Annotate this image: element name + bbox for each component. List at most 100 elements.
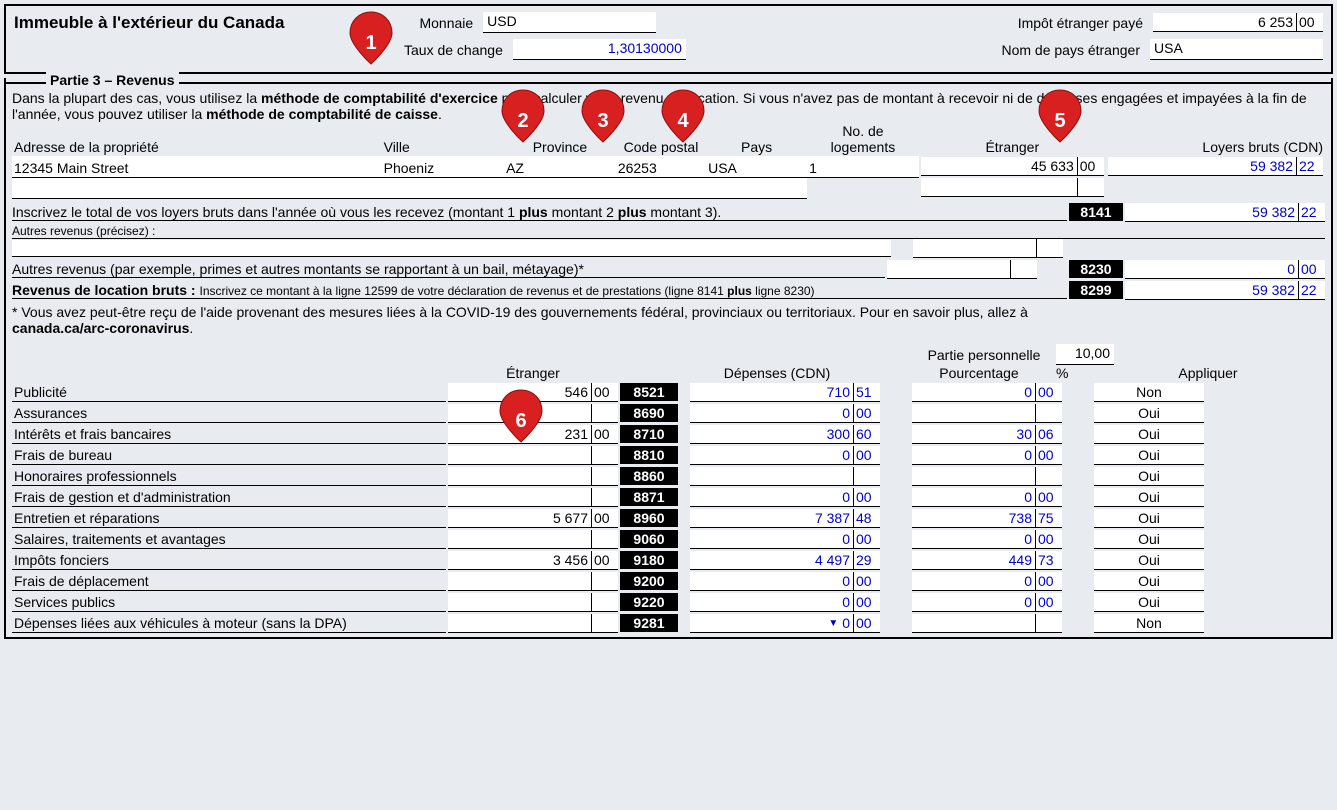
expense-apply-toggle[interactable]: Oui xyxy=(1094,593,1204,612)
expense-row: Entretien et réparations5 6770089607 387… xyxy=(12,509,1325,528)
expense-label: Publicité xyxy=(12,383,446,402)
expense-apply-toggle[interactable]: Oui xyxy=(1094,425,1204,444)
expense-apply-toggle[interactable]: Oui xyxy=(1094,446,1204,465)
hdr-address: Adresse de la propriété xyxy=(12,122,382,156)
covid-link[interactable]: canada.ca/arc-coronavirus xyxy=(12,320,189,336)
expense-personal-amount: 000 xyxy=(912,530,1062,549)
callout-5: 5 xyxy=(1037,88,1083,144)
expense-code: 8871 xyxy=(620,488,678,506)
currency-label: Monnaie xyxy=(419,15,473,31)
expense-foreign-amount[interactable] xyxy=(448,572,618,591)
expense-foreign-amount[interactable]: 3 45600 xyxy=(448,551,618,570)
expense-label: Frais de gestion et d'administration xyxy=(12,488,446,507)
expense-rows-container: Publicité54600852171051000NonAssurances … xyxy=(12,383,1325,633)
expense-label: Frais de bureau xyxy=(12,446,446,465)
expense-apply-toggle[interactable]: Oui xyxy=(1094,572,1204,591)
expense-cdn-amount: 71051 xyxy=(690,383,880,402)
prop-province[interactable]: AZ xyxy=(504,156,616,177)
expense-apply-toggle[interactable]: Oui xyxy=(1094,509,1204,528)
foreign-tax-label: Impôt étranger payé xyxy=(1018,15,1143,31)
total-rents-amount: 59 382 22 xyxy=(1125,203,1325,222)
expense-row: Salaires, traitements et avantages 90600… xyxy=(12,530,1325,549)
expense-label: Entretien et réparations xyxy=(12,509,446,528)
prop-city[interactable]: Phoeniz xyxy=(382,156,504,177)
expense-row: Honoraires professionnels 8860 Oui xyxy=(12,467,1325,486)
foreign-country-input[interactable]: USA xyxy=(1150,39,1323,60)
callout-2: 2 xyxy=(500,88,546,144)
expense-code: 8690 xyxy=(620,404,678,422)
expense-code: 8960 xyxy=(620,509,678,527)
expense-cdn-amount: ▼ 000 xyxy=(690,614,880,633)
callout-4: 4 xyxy=(660,88,706,144)
expense-apply-toggle[interactable]: Oui xyxy=(1094,467,1204,486)
expense-cdn-amount: 000 xyxy=(690,446,880,465)
prop-foreign-amount[interactable]: 45 633 00 xyxy=(921,157,1104,176)
hdr-gross-rent: Loyers bruts (CDN) xyxy=(1106,122,1325,156)
expense-cdn-amount: 000 xyxy=(690,404,880,423)
expense-foreign-amount[interactable] xyxy=(448,593,618,612)
expense-apply-toggle[interactable]: Non xyxy=(1094,614,1204,633)
expense-row: Publicité54600852171051000Non xyxy=(12,383,1325,402)
covid-footnote: * Vous avez peut-être reçu de l'aide pro… xyxy=(12,304,1325,336)
expense-personal-amount: 3006 xyxy=(912,425,1062,444)
expense-apply-toggle[interactable]: Non xyxy=(1094,383,1204,402)
prop-units[interactable]: 1 xyxy=(807,156,919,177)
expense-code: 9200 xyxy=(620,572,678,590)
prop-postal[interactable]: 26253 xyxy=(616,156,706,177)
expense-foreign-amount[interactable] xyxy=(448,446,618,465)
expense-apply-toggle[interactable]: Oui xyxy=(1094,404,1204,423)
expense-row: Frais de déplacement 9200000000Oui xyxy=(12,572,1325,591)
total-rents-label: Inscrivez le total de vos loyers bruts d… xyxy=(12,204,1067,221)
prop-foreign-2[interactable] xyxy=(921,178,1104,197)
expense-label: Salaires, traitements et avantages xyxy=(12,530,446,549)
expense-label: Assurances xyxy=(12,404,446,423)
expense-personal-amount: 000 xyxy=(912,383,1062,402)
expense-row: Frais de gestion et d'administration 887… xyxy=(12,488,1325,507)
other-revenue-sub-amount[interactable] xyxy=(887,260,1037,279)
expense-foreign-amount[interactable]: 5 67700 xyxy=(448,509,618,528)
expense-personal-amount: 000 xyxy=(912,572,1062,591)
expense-foreign-amount[interactable] xyxy=(448,488,618,507)
prop-address[interactable]: 12345 Main Street xyxy=(12,156,382,177)
callout-3: 3 xyxy=(580,88,626,144)
expense-cdn-amount xyxy=(690,467,880,486)
expense-code: 9180 xyxy=(620,551,678,569)
expense-cdn-amount: 000 xyxy=(690,572,880,591)
expense-foreign-amount[interactable] xyxy=(448,614,618,633)
expense-label: Intérêts et frais bancaires xyxy=(12,425,446,444)
expense-apply-toggle[interactable]: Oui xyxy=(1094,530,1204,549)
other-revenue-specify-input[interactable] xyxy=(12,240,891,257)
expense-label: Services publics xyxy=(12,593,446,612)
exchange-rate-input[interactable]: 1,30130000 xyxy=(513,39,686,60)
expense-cdn-amount: 000 xyxy=(690,530,880,549)
part3-title: Partie 3 – Revenus xyxy=(46,72,179,88)
expense-apply-toggle[interactable]: Oui xyxy=(1094,488,1204,507)
hdr-country: Pays xyxy=(706,122,807,156)
exchange-rate-label: Taux de change xyxy=(404,42,503,58)
other-revenue-amount: 0 00 xyxy=(1125,260,1325,279)
gross-rental-income-label: Revenus de location bruts : Inscrivez ce… xyxy=(12,282,1067,299)
prop-gross-amount[interactable]: 59 382 22 xyxy=(1108,157,1323,176)
foreign-country-label: Nom de pays étranger xyxy=(1001,42,1140,58)
part3-section: Partie 3 – Revenus Dans la plupart des c… xyxy=(4,78,1333,639)
expense-label: Honoraires professionnels xyxy=(12,467,446,486)
exp-hdr-apply: Appliquer xyxy=(1158,365,1258,381)
foreign-tax-input[interactable]: 6 253 00 xyxy=(1153,13,1323,32)
expense-row: Assurances 8690 000 Oui xyxy=(12,404,1325,423)
expense-code: 9281 xyxy=(620,614,678,632)
expense-personal-amount: 73875 xyxy=(912,509,1062,528)
other-revenue-detail-amount[interactable] xyxy=(913,239,1063,258)
prop-row-2[interactable] xyxy=(12,177,807,198)
expense-code: 8521 xyxy=(620,383,678,401)
expense-foreign-amount[interactable] xyxy=(448,467,618,486)
currency-input[interactable]: USD xyxy=(483,12,656,33)
expense-row: Dépenses liées aux véhicules à moteur (s… xyxy=(12,614,1325,633)
expense-personal-amount xyxy=(912,467,1062,486)
other-revenue-specify-label: Autres revenus (précisez) : xyxy=(12,224,1325,239)
expense-apply-toggle[interactable]: Oui xyxy=(1094,551,1204,570)
expense-row: Frais de bureau 8810000000Oui xyxy=(12,446,1325,465)
expense-foreign-amount[interactable] xyxy=(448,530,618,549)
expense-personal-amount xyxy=(912,404,1062,423)
prop-country[interactable]: USA xyxy=(706,156,807,177)
expense-row: Impôts fonciers3 4560091804 4972944973Ou… xyxy=(12,551,1325,570)
